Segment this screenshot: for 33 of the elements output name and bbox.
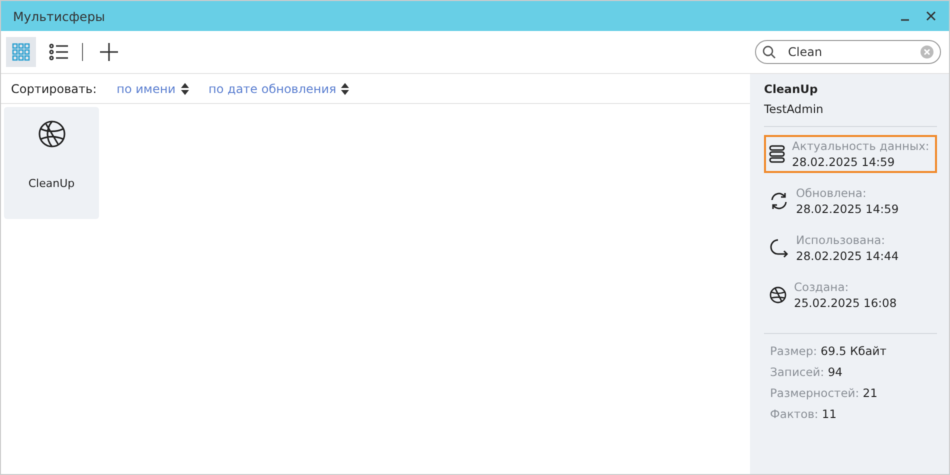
search-icon bbox=[762, 45, 776, 59]
date-label: Использована: bbox=[796, 233, 886, 247]
sort-option[interactable]: по дате обновления bbox=[208, 82, 350, 96]
date-label: Актуальность данных: bbox=[792, 139, 930, 153]
date-value: 25.02.2025 16:08 bbox=[794, 296, 897, 310]
stat-line: Размерностей: 21 bbox=[770, 386, 878, 400]
stat-line: Размер: 69.5 Кбайт bbox=[770, 344, 888, 358]
date-value: 28.02.2025 14:59 bbox=[796, 202, 899, 216]
sort-option[interactable]: по имени bbox=[116, 82, 189, 96]
date-value: 28.02.2025 14:59 bbox=[792, 155, 896, 169]
sort-icon bbox=[180, 82, 189, 94]
multisphere-name: CleanUp bbox=[764, 82, 819, 96]
refresh-icon bbox=[769, 191, 789, 211]
add-icon[interactable] bbox=[99, 42, 119, 62]
date-value: 28.02.2025 14:44 bbox=[796, 249, 899, 263]
tile-label: CleanUp bbox=[28, 177, 75, 190]
close-icon[interactable] bbox=[925, 10, 937, 22]
grid-icon bbox=[12, 43, 30, 61]
sort-icon bbox=[341, 82, 350, 94]
stat-line: Фактов: 11 bbox=[770, 407, 838, 421]
owner-name: TestAdmin bbox=[764, 102, 824, 116]
curved-arrow-icon bbox=[769, 238, 789, 258]
date-label: Создана: bbox=[794, 280, 850, 294]
window-title: Мультисферы bbox=[13, 8, 106, 24]
stat-line: Записей: 94 bbox=[770, 365, 844, 379]
globe-icon bbox=[36, 119, 66, 149]
multisphere-tile[interactable]: CleanUp bbox=[4, 107, 99, 219]
globe-icon bbox=[769, 286, 787, 304]
sort-label: Сортировать: bbox=[11, 82, 97, 96]
date-label: Обновлена: bbox=[796, 186, 868, 200]
database-icon bbox=[769, 145, 785, 163]
search-field[interactable]: Clean bbox=[755, 40, 941, 64]
list-icon bbox=[49, 43, 69, 61]
